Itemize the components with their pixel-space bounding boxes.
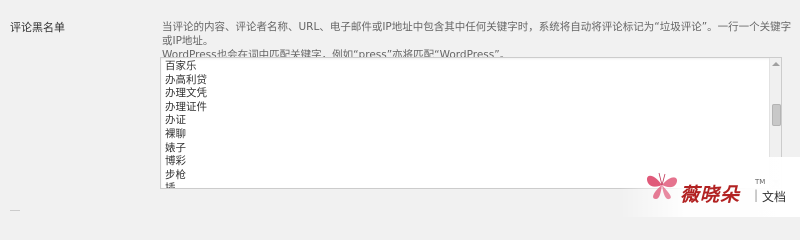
watermark-subtitle: 文档	[762, 190, 787, 204]
keyword-line: 办高利贷	[165, 73, 207, 86]
watermark-brand: 薇晓朵	[680, 184, 741, 206]
setting-label: 评论黑名单	[10, 21, 65, 34]
keyword-line: 办理文凭	[165, 87, 207, 100]
watermark: 薇晓朵 TM | 文档	[620, 157, 800, 217]
setting-description: 当评论的内容、评论者名称、URL、电子邮件或IP地址中包含其中任何关键字时，系统…	[162, 20, 792, 62]
keyword-line: 办理证件	[165, 100, 207, 113]
scrollbar-thumb[interactable]	[772, 104, 781, 126]
description-line-1: 当评论的内容、评论者名称、URL、电子邮件或IP地址中包含其中任何关键字时，系统…	[162, 21, 792, 47]
keyword-line: 插	[165, 182, 176, 189]
butterfly-logo-icon	[646, 172, 678, 200]
scroll-up-arrow-icon[interactable]	[772, 62, 780, 66]
keyword-line: 百家乐	[165, 60, 197, 72]
keyword-list: 百家乐 办高利贷 办理文凭 办理证件 办证 裸聊 婊子 博彩 步枪 插	[165, 60, 207, 189]
watermark-trademark: TM	[755, 178, 766, 186]
keyword-line: 裸聊	[165, 127, 186, 140]
keyword-line: 婊子	[165, 141, 186, 154]
watermark-separator: |	[754, 188, 759, 202]
keyword-line: 博彩	[165, 155, 186, 168]
next-row-stub	[10, 210, 20, 215]
keyword-line: 办证	[165, 114, 186, 127]
keyword-line: 步枪	[165, 168, 186, 181]
